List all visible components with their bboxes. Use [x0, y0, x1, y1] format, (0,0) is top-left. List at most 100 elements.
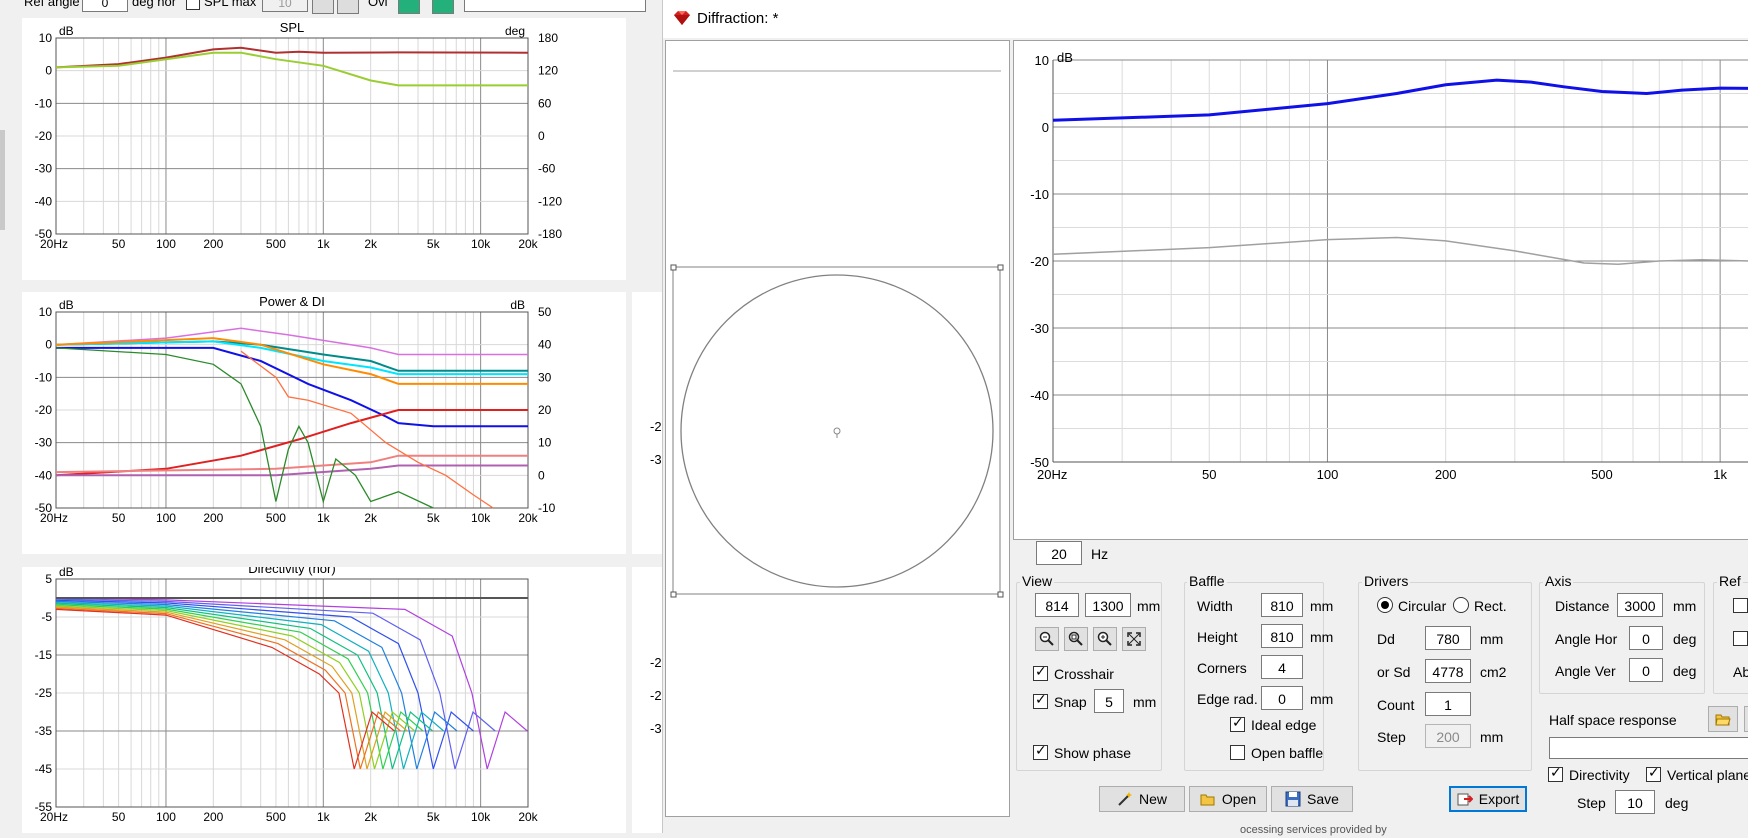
x-tick-label: 10k: [471, 511, 491, 525]
ref-group-title: Ref: [1717, 573, 1743, 589]
frequency-input[interactable]: 20: [1036, 541, 1082, 565]
zoom-fit-button[interactable]: [1064, 627, 1088, 651]
crosshair-checkbox[interactable]: [1033, 664, 1048, 681]
response-plot: dB100-10-20-30-40-5020Hz501002005001k2k5: [1013, 40, 1748, 540]
di-curve: [55, 454, 528, 474]
snap-checkbox[interactable]: [1033, 692, 1048, 709]
ideal-edge-checkbox[interactable]: [1230, 715, 1245, 732]
ruby-app-icon: [674, 11, 690, 25]
open-button[interactable]: Open: [1189, 786, 1267, 812]
corners-input[interactable]: 4: [1261, 655, 1303, 679]
add-overlay-button[interactable]: [398, 0, 420, 14]
y-tick-label: 120: [538, 64, 558, 78]
x-tick-label: 500: [1591, 467, 1613, 482]
baffle-drawing[interactable]: [666, 41, 1009, 816]
power-curve: [56, 346, 528, 428]
edge-radius-input[interactable]: 0: [1261, 686, 1303, 710]
arrow-down-button[interactable]: [312, 0, 334, 14]
y-tick-label: 60: [538, 96, 552, 110]
x-tick-label: 5k: [427, 511, 441, 525]
ref-angle-input[interactable]: 0: [82, 0, 128, 12]
distance-input[interactable]: 3000: [1617, 593, 1663, 617]
spl-response-curve: [1052, 78, 1748, 122]
overlay-select[interactable]: [464, 0, 646, 12]
step-input[interactable]: 200: [1425, 724, 1471, 748]
y-tick-label: -30: [1030, 321, 1049, 336]
directivity-checkbox[interactable]: [1548, 765, 1563, 782]
export-icon: [1457, 793, 1473, 806]
y-tick-label: -15: [35, 648, 53, 662]
left-scroll-edge: [0, 130, 5, 230]
driver-circle: [680, 274, 994, 588]
show-phase-label: Show phase: [1054, 745, 1132, 761]
ref-checkbox-2[interactable]: [1733, 631, 1748, 646]
background-toolbar: Ref angle 0 deg hor SPL max 10 Ovl: [0, 0, 664, 14]
x-tick-label: 100: [156, 511, 176, 525]
zoom-out-button[interactable]: [1035, 627, 1059, 651]
y-tick-label: 30: [538, 370, 552, 384]
export-button[interactable]: Export: [1449, 786, 1527, 812]
spl-max-label: SPL max: [204, 0, 257, 9]
baffle-group-title: Baffle: [1187, 573, 1227, 589]
baffle-view[interactable]: [665, 40, 1010, 817]
half-space-open-button[interactable]: [1708, 706, 1738, 732]
vertical-plane-checkbox[interactable]: [1646, 765, 1661, 782]
rect-radio[interactable]: [1453, 597, 1469, 613]
view-height-input[interactable]: 1300: [1085, 593, 1131, 617]
x-tick-label: 20k: [518, 810, 538, 824]
directivity-step-input[interactable]: 10: [1615, 790, 1655, 814]
power-curve: [55, 340, 528, 376]
baffle-height-input[interactable]: 810: [1261, 624, 1303, 648]
baffle-width-input[interactable]: 810: [1261, 593, 1303, 617]
y-unit-left: dB: [59, 24, 74, 38]
directivity-step-label: Step: [1577, 795, 1606, 811]
y-tick-label: -5: [41, 610, 52, 624]
x-tick-label: 10k: [471, 810, 491, 824]
title-bar: Diffraction: *: [663, 0, 1748, 38]
count-input[interactable]: 1: [1425, 692, 1471, 716]
ref-checkbox-1[interactable]: [1733, 598, 1748, 613]
y-tick-label: -120: [538, 194, 562, 208]
y-tick-label: 0: [45, 64, 52, 78]
spl-max-input[interactable]: 10: [262, 0, 308, 12]
status-partial-text: ocessing services provided by: [1240, 824, 1387, 836]
ovl-label: Ovl: [368, 0, 388, 9]
y-tick-label: -20: [1030, 254, 1049, 269]
sd-input[interactable]: 4778: [1425, 659, 1471, 683]
circular-radio[interactable]: [1377, 597, 1393, 613]
power-di-chart: Power & DIdB dB100-10-20-30-40-5050403020…: [35, 294, 556, 525]
new-button[interactable]: New: [1099, 786, 1185, 812]
y-tick-label: -35: [35, 724, 53, 738]
diffraction-window: Diffraction: * dB 10 0 -10 -20 -30 -40 -50 20Hz 5…: [662, 0, 1748, 833]
view-width-input[interactable]: 814: [1035, 593, 1079, 617]
remove-overlay-button[interactable]: [432, 0, 454, 14]
y-tick-label: 10: [39, 31, 53, 45]
y-tick-label: -30: [35, 436, 53, 450]
edge-radius-unit: mm: [1310, 691, 1334, 707]
half-space-path-input[interactable]: [1549, 737, 1748, 759]
angle-hor-input[interactable]: 0: [1629, 626, 1663, 650]
save-button-label: Save: [1307, 791, 1339, 807]
dd-input[interactable]: 780: [1425, 626, 1471, 650]
x-tick-label: 50: [1202, 467, 1216, 482]
zoom-in-button[interactable]: [1093, 627, 1117, 651]
x-tick-label: 500: [266, 511, 286, 525]
x-tick-label: 100: [1317, 467, 1339, 482]
open-baffle-checkbox[interactable]: [1230, 745, 1245, 760]
angle-ver-input[interactable]: 0: [1629, 658, 1663, 682]
fit-all-button[interactable]: [1122, 627, 1146, 651]
angle-hor-unit: deg: [1673, 631, 1697, 647]
snap-input[interactable]: 5: [1094, 689, 1124, 713]
x-tick-label: 2k: [364, 511, 378, 525]
show-phase-checkbox[interactable]: [1033, 743, 1048, 760]
y-tick-label: -40: [35, 194, 53, 208]
spl-max-checkbox[interactable]: [186, 0, 200, 10]
zoom-fit-icon: [1068, 631, 1083, 646]
baffle-width-unit: mm: [1310, 598, 1334, 614]
half-space-clear-button[interactable]: [1744, 706, 1748, 732]
save-button[interactable]: Save: [1271, 786, 1353, 812]
folder-icon: [1200, 794, 1215, 806]
arrow-up-button[interactable]: [337, 0, 359, 14]
x-tick-label: 50: [112, 810, 126, 824]
view-unit: mm: [1137, 598, 1161, 614]
